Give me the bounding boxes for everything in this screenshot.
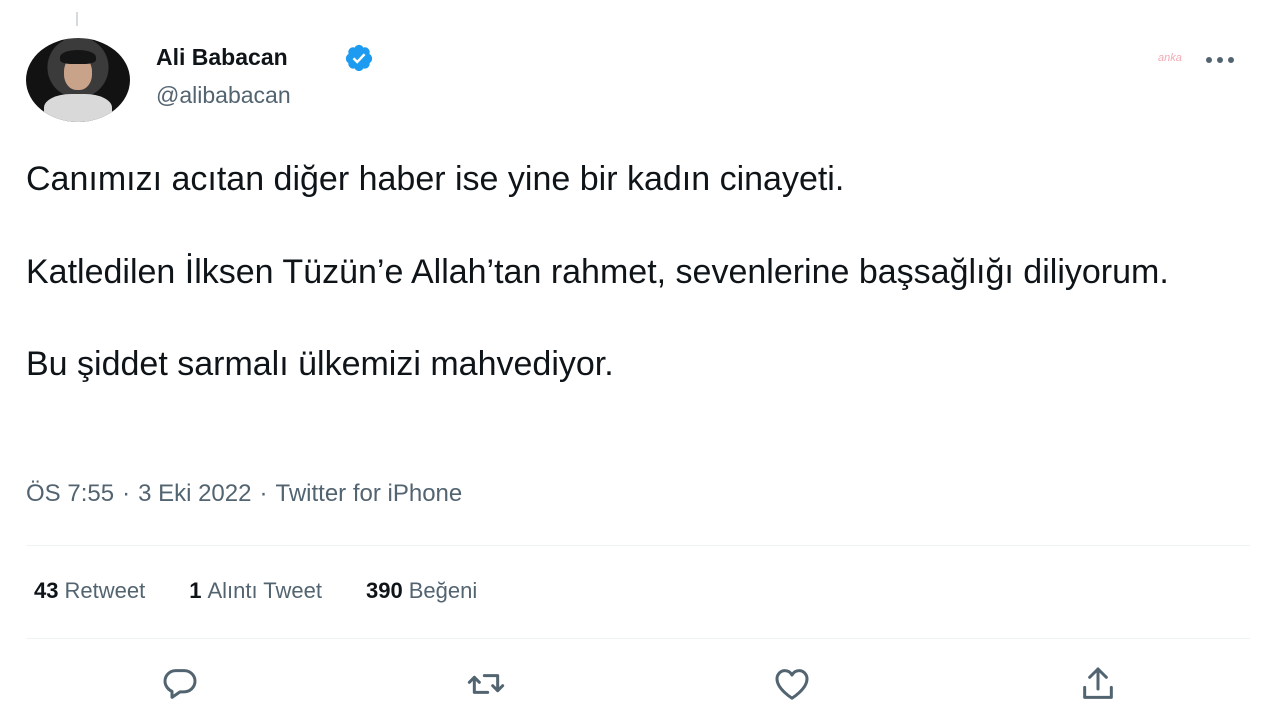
- author-name[interactable]: Ali Babacan: [156, 44, 288, 71]
- tweet-stats: 43 Retweet 1 Alıntı Tweet 390 Beğeni: [34, 578, 521, 604]
- tweet-text: Canımızı acıtan diğer haber ise yine bir…: [26, 156, 1256, 387]
- share-button[interactable]: [1078, 664, 1118, 704]
- avatar[interactable]: [26, 38, 130, 122]
- tweet-paragraph: Bu şiddet sarmalı ülkemizi mahvediyor.: [26, 345, 614, 383]
- tweet-date[interactable]: 3 Eki 2022: [138, 480, 251, 507]
- tweet-paragraph: Katledilen İlksen Tüzün’e Allah’tan rahm…: [26, 253, 1169, 291]
- more-icon[interactable]: [1206, 50, 1250, 70]
- share-icon: [1083, 667, 1113, 699]
- quote-count: 1: [189, 578, 202, 603]
- more-dot: [1206, 57, 1212, 63]
- reply-icon: [163, 669, 197, 699]
- retweet-icon: [467, 674, 505, 694]
- like-button[interactable]: [772, 664, 812, 704]
- retweet-button[interactable]: [466, 664, 506, 704]
- tweet-source[interactable]: Twitter for iPhone: [275, 480, 462, 507]
- watermark: anka: [1158, 52, 1182, 64]
- action-bar: [0, 664, 1280, 704]
- more-dot: [1217, 57, 1223, 63]
- avatar-hair: [60, 50, 96, 64]
- tweet-paragraph: Canımızı acıtan diğer haber ise yine bir…: [26, 160, 845, 198]
- quote-label: Alıntı Tweet: [207, 578, 322, 603]
- retweet-stat[interactable]: 43 Retweet: [34, 578, 145, 604]
- like-label: Beğeni: [408, 578, 478, 603]
- more-dot: [1228, 57, 1234, 63]
- retweet-count: 43: [34, 578, 59, 603]
- divider: [26, 545, 1250, 546]
- like-stat[interactable]: 390 Beğeni: [366, 578, 477, 604]
- verified-badge-icon: [345, 44, 373, 72]
- thread-line: [76, 12, 78, 26]
- like-count: 390: [366, 578, 403, 603]
- reply-button[interactable]: [160, 664, 200, 704]
- heart-icon: [775, 669, 809, 700]
- avatar-shirt: [44, 94, 112, 122]
- tweet-meta: ÖS 7:55 · 3 Eki 2022 · Twitter for iPhone: [26, 480, 462, 508]
- author-handle[interactable]: @alibabacan: [156, 82, 291, 109]
- quote-stat[interactable]: 1 Alıntı Tweet: [189, 578, 322, 604]
- meta-separator: ·: [259, 480, 268, 507]
- divider: [26, 638, 1250, 639]
- tweet-time[interactable]: ÖS 7:55: [26, 480, 114, 507]
- meta-separator: ·: [122, 480, 131, 507]
- retweet-label: Retweet: [64, 578, 146, 603]
